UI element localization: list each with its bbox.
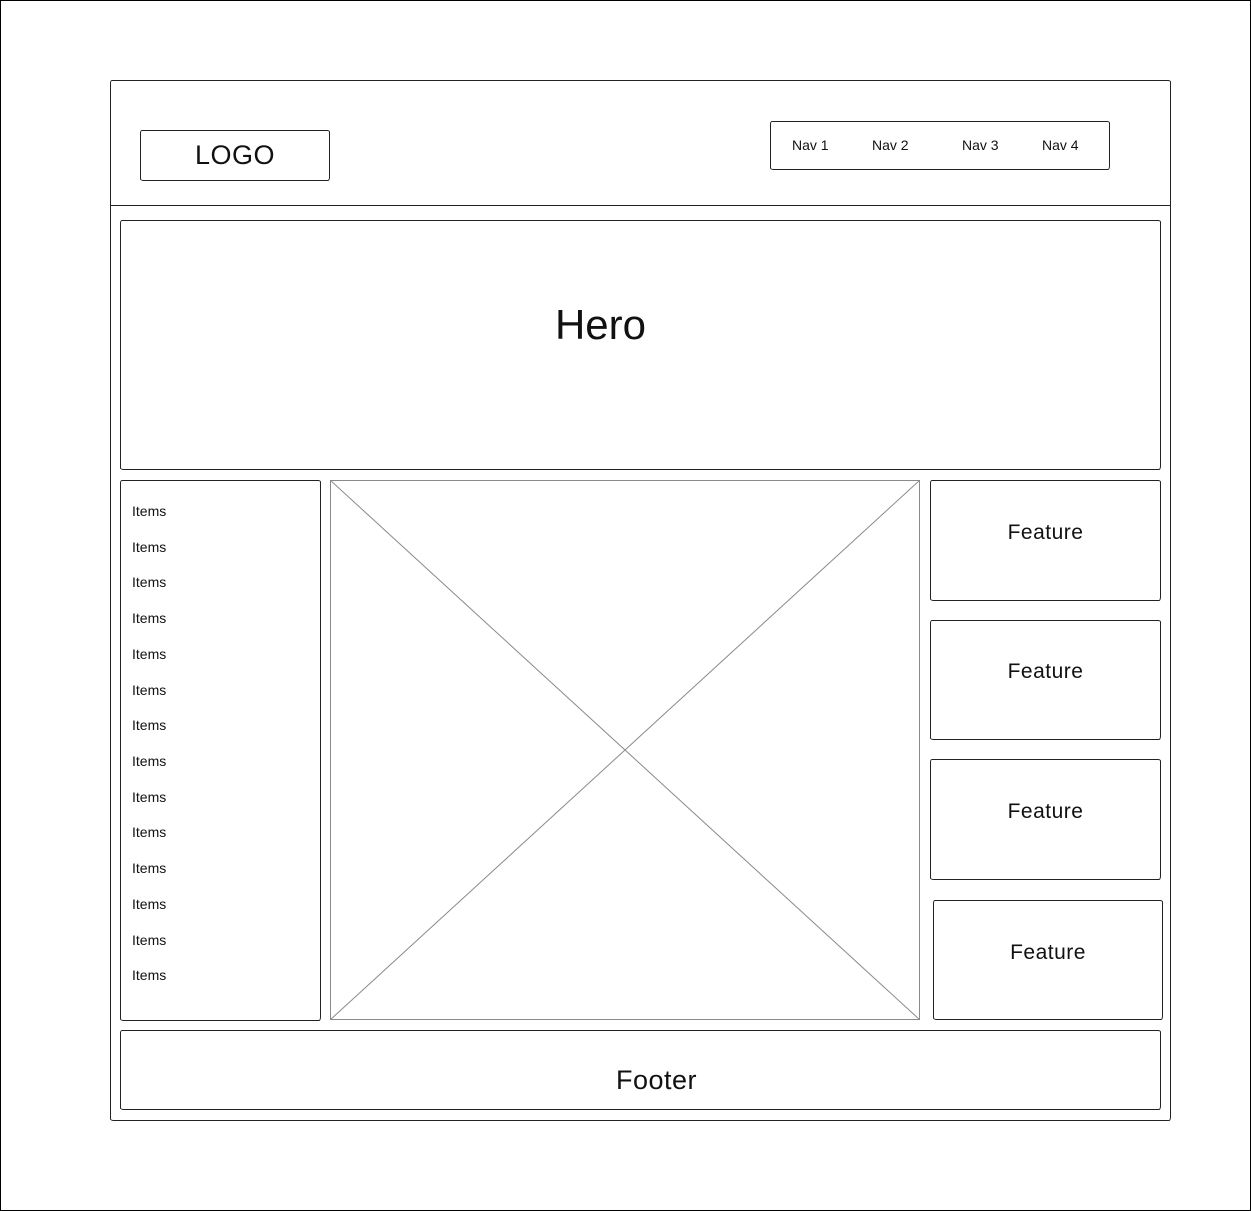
nav-item-3[interactable]: Nav 3 <box>962 137 999 153</box>
nav-item-2[interactable]: Nav 2 <box>872 137 909 153</box>
sidebar-item[interactable]: Items <box>132 539 166 555</box>
logo-text: LOGO <box>194 140 276 170</box>
sidebar-item[interactable]: Items <box>132 717 166 733</box>
feature-card[interactable]: Feature <box>930 620 1161 740</box>
header-divider <box>110 205 1171 206</box>
sidebar-item[interactable]: Items <box>132 860 166 876</box>
sidebar-item[interactable]: Items <box>132 967 166 983</box>
nav-item-4[interactable]: Nav 4 <box>1042 137 1079 153</box>
sidebar-item[interactable]: Items <box>132 682 166 698</box>
logo[interactable]: LOGO <box>140 130 330 181</box>
feature-card[interactable]: Feature <box>930 759 1161 880</box>
sidebar-item[interactable]: Items <box>132 574 166 590</box>
hero-section: Hero <box>120 220 1161 470</box>
sidebar-item[interactable]: Items <box>132 896 166 912</box>
sidebar-item[interactable]: Items <box>132 646 166 662</box>
feature-title: Feature <box>1007 520 1084 544</box>
footer: Footer <box>120 1030 1161 1110</box>
sidebar-item[interactable]: Items <box>132 610 166 626</box>
feature-card[interactable]: Feature <box>933 900 1163 1020</box>
feature-card[interactable]: Feature <box>930 480 1161 601</box>
sidebar-item[interactable]: Items <box>132 824 166 840</box>
nav-item-1[interactable]: Nav 1 <box>792 137 829 153</box>
footer-text: Footer <box>615 1064 698 1095</box>
feature-title: Feature <box>1007 660 1084 683</box>
image-placeholder-icon <box>330 480 920 1020</box>
feature-title: Feature <box>1010 941 1086 964</box>
sidebar-item[interactable]: Items <box>132 932 166 948</box>
feature-title: Feature <box>1007 799 1084 823</box>
sidebar-item[interactable]: Items <box>132 789 166 805</box>
sidebar-item[interactable]: Items <box>132 503 166 519</box>
hero-title: Hero <box>554 301 647 348</box>
sidebar-item[interactable]: Items <box>132 753 166 769</box>
